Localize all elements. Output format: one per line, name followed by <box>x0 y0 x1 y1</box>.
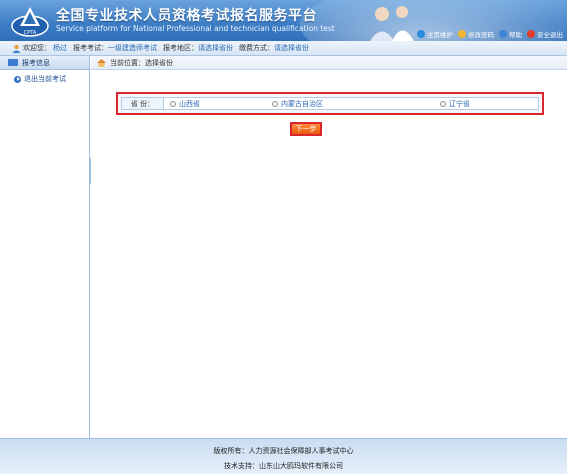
help-label: 帮助 <box>509 31 522 39</box>
change-password-link[interactable]: 修改密码 <box>458 29 494 39</box>
welcome-label: 欢迎您： <box>23 44 51 52</box>
next-step-button[interactable]: 下一步 <box>290 122 322 136</box>
sidebar-heading-label: 报考信息 <box>22 58 50 67</box>
power-icon <box>527 30 535 38</box>
logout-label: 安全退出 <box>537 31 563 39</box>
change-password-label: 修改密码 <box>468 31 494 39</box>
top-links: 主页维护 修改密码 帮助 安全退出 <box>417 29 563 39</box>
region-value: 请选择省份 <box>198 44 233 52</box>
region-label: 报考地区： <box>163 44 198 52</box>
province-option-label: 辽宁省 <box>449 99 470 108</box>
site-title: 全国专业技术人员资格考试报名服务平台 <box>56 8 317 24</box>
globe-icon <box>417 30 425 38</box>
province-selection-box: 省 份： 山西省 内蒙古自治区 辽宁省 <box>116 92 544 115</box>
header-banner: CPTA 全国专业技术人员资格考试报名服务平台 Service platform… <box>0 0 567 41</box>
province-option-liaoning[interactable]: 辽宁省 <box>440 99 470 109</box>
copyright-text: 版权所有：人力资源社会保障部人事考试中心 <box>213 447 354 455</box>
home-icon <box>97 58 106 67</box>
folder-icon <box>8 59 18 66</box>
radio-button[interactable] <box>440 100 446 107</box>
maintain-link-label: 主页维护 <box>427 31 453 39</box>
sidebar: 报考信息 退出当前考试 <box>0 56 90 438</box>
sidebar-item-exit-exam[interactable]: 退出当前考试 <box>0 70 89 84</box>
province-option-shanxi[interactable]: 山西省 <box>170 99 200 109</box>
exam-value: 一级建造师考试 <box>108 44 157 52</box>
breadcrumb: 当前位置：选择省份 <box>91 56 567 70</box>
logout-link[interactable]: 安全退出 <box>527 29 563 39</box>
province-label: 省 份： <box>122 98 164 109</box>
site-logo-icon: CPTA <box>11 7 49 37</box>
maintain-link[interactable]: 主页维护 <box>417 29 453 39</box>
radio-button[interactable] <box>272 100 278 107</box>
svg-text:CPTA: CPTA <box>24 30 37 36</box>
fee-value: 请选择省份 <box>274 44 309 52</box>
sidebar-heading: 报考信息 <box>0 56 89 70</box>
province-option-label: 内蒙古自治区 <box>281 99 323 108</box>
user-key-icon <box>458 30 466 38</box>
footer: 版权所有：人力资源社会保障部人事考试中心 技术支持：山东山大鸥玛软件有限公司 <box>0 438 567 474</box>
exam-label: 报考考试： <box>73 44 108 52</box>
province-option-label: 山西省 <box>179 99 200 108</box>
arrow-circle-icon <box>14 75 21 83</box>
help-link[interactable]: 帮助 <box>499 29 522 39</box>
sidebar-item-label: 退出当前考试 <box>24 75 66 83</box>
support-text: 技术支持：山东山大鸥玛软件有限公司 <box>224 462 343 470</box>
province-option-inner-mongolia[interactable]: 内蒙古自治区 <box>272 99 323 109</box>
people-illustration <box>370 6 414 41</box>
breadcrumb-text: 当前位置：选择省份 <box>110 58 173 67</box>
user-name: 杨过 <box>53 44 67 52</box>
help-icon <box>499 30 507 38</box>
site-subtitle: Service platform for National Profession… <box>56 24 335 33</box>
fee-label: 缴费方式： <box>239 44 274 52</box>
radio-button[interactable] <box>170 100 176 107</box>
user-info-bar: 欢迎您： 杨过 报考考试：一级建造师考试 报考地区：请选择省份 缴费方式：请选择省… <box>0 41 567 56</box>
main-content: 当前位置：选择省份 省 份： 山西省 内蒙古自治区 辽宁省 下一步 <box>91 56 567 438</box>
user-icon <box>12 44 21 53</box>
province-row: 省 份： 山西省 内蒙古自治区 辽宁省 <box>121 97 539 110</box>
